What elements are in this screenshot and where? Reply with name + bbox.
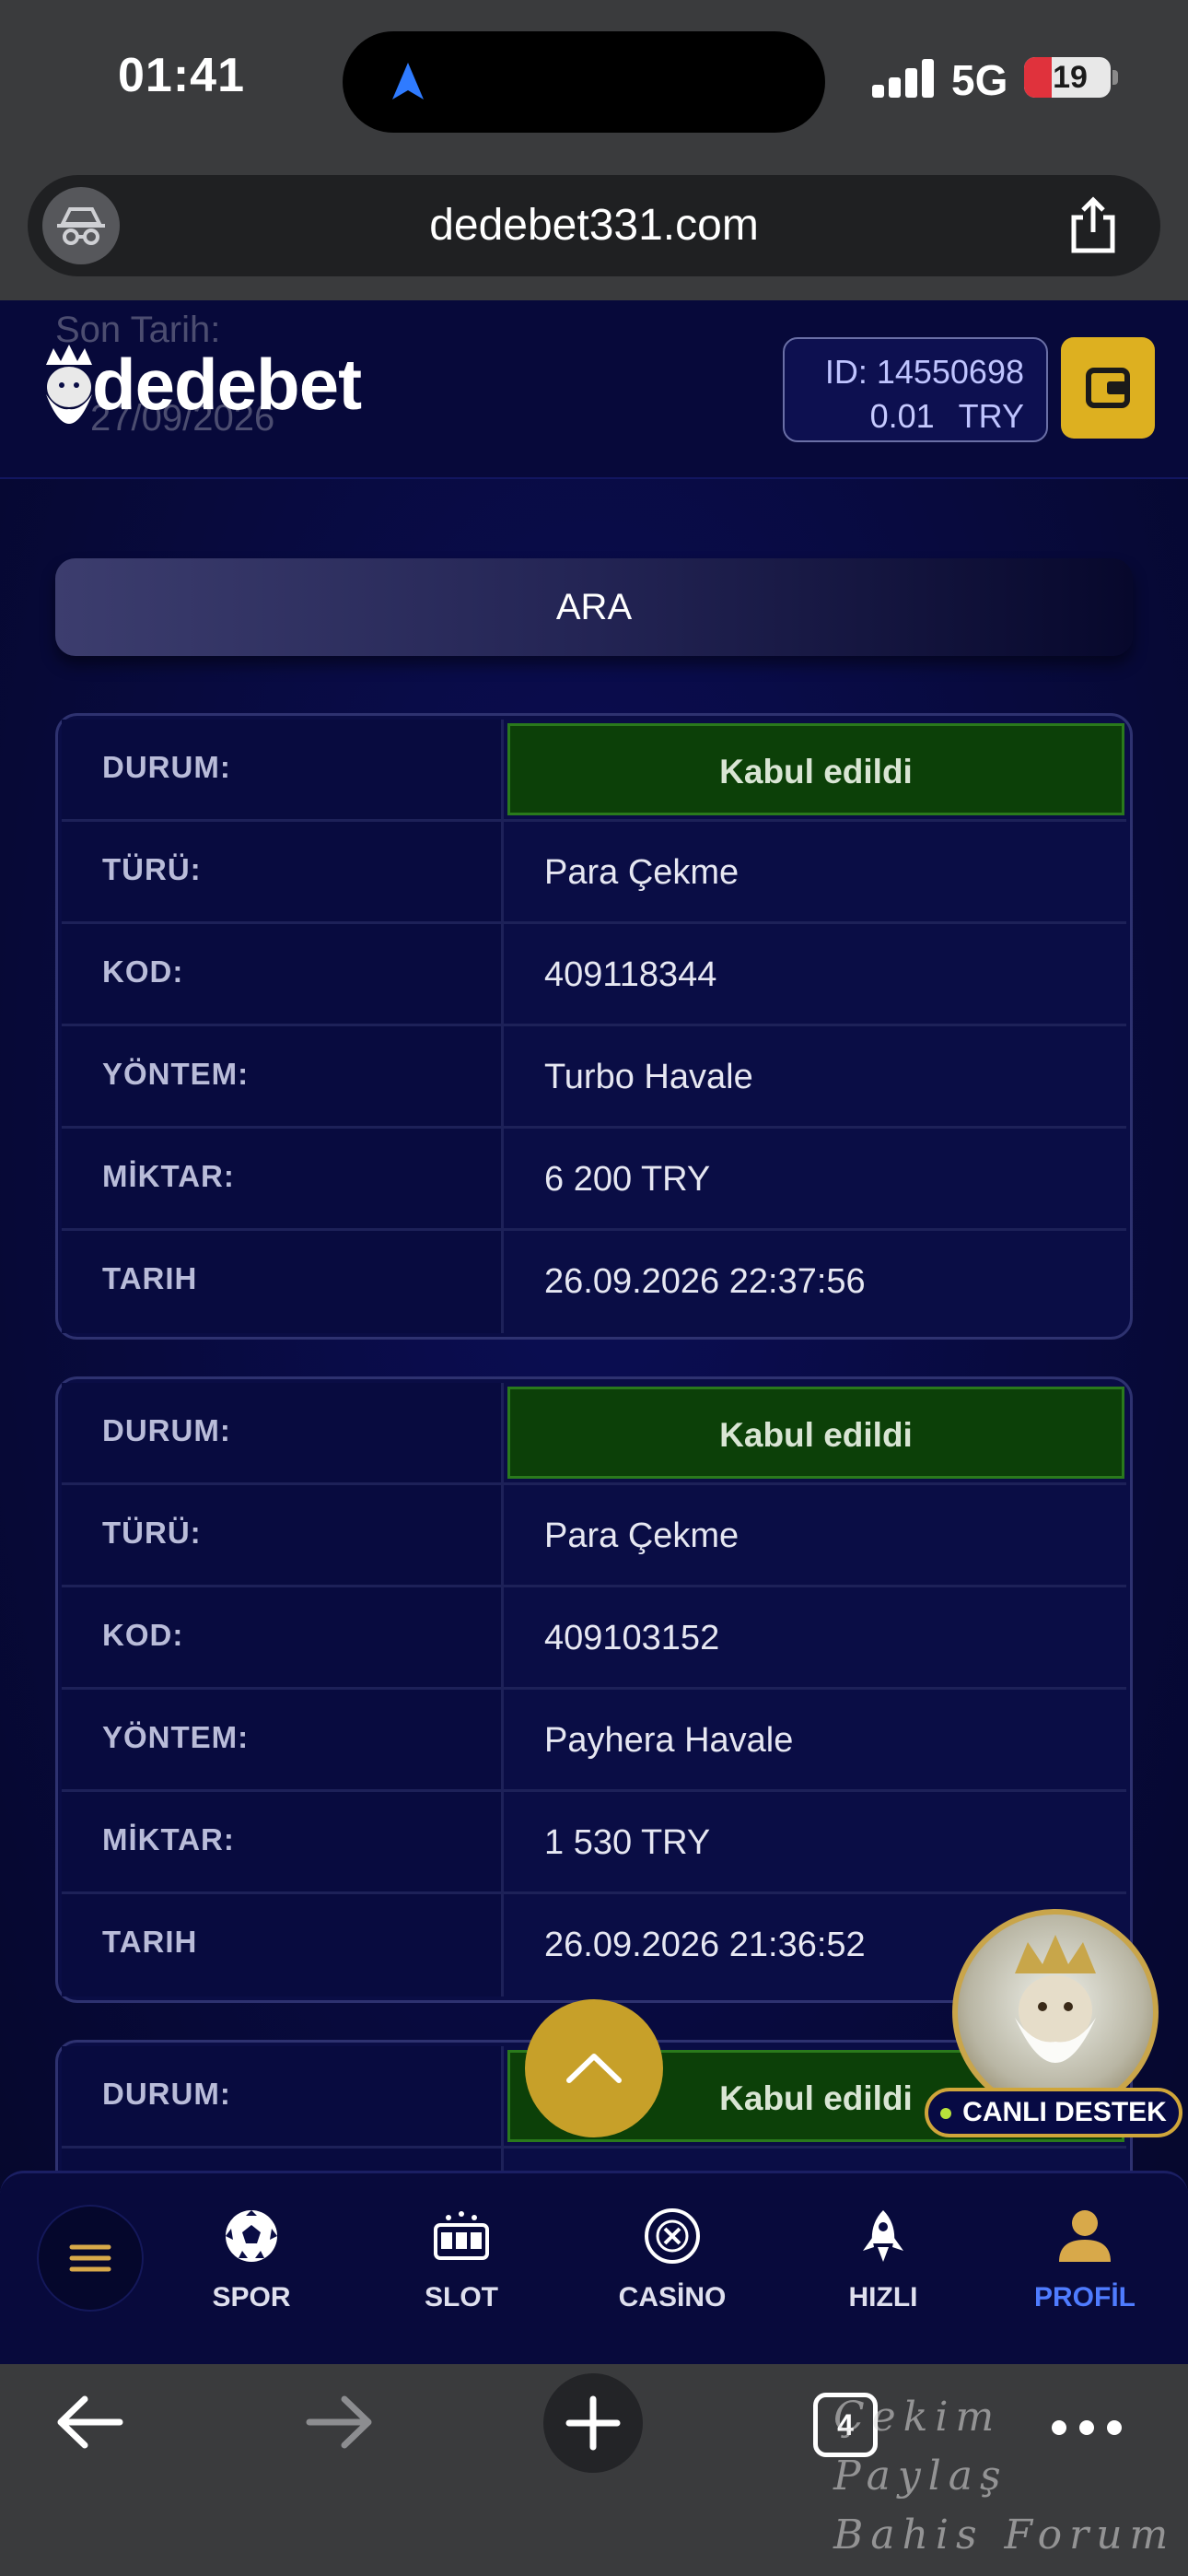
wallet-icon [1086, 368, 1130, 408]
back-arrow-icon[interactable] [52, 2392, 125, 2453]
menu-button[interactable] [37, 2205, 144, 2312]
table-row: DURUM: Kabul edildi [62, 1383, 1126, 1485]
network-type: 5G [951, 56, 1008, 104]
method-label: YÖNTEM: [62, 1690, 504, 1789]
status-badge: Kabul edildi [507, 723, 1124, 815]
navigation-arrow-icon [392, 63, 424, 100]
logo[interactable]: dedebet [92, 343, 362, 427]
date-value: 26.09.2026 22:37:56 [544, 1262, 866, 1301]
nav-label-spor: SPOR [212, 2282, 291, 2313]
code-label: KOD: [62, 1587, 504, 1687]
amount-value: 1 530 TRY [544, 1823, 711, 1862]
type-label: TÜRÜ: [62, 1485, 504, 1585]
code-value: 409118344 [544, 955, 717, 994]
bottom-navigation: SPOR SLOT CASİNO HIZLI PROFİL [0, 2171, 1188, 2364]
account-id: ID: 14550698 [824, 353, 1024, 391]
watermark-line2: Bahis Forum [833, 2512, 1176, 2558]
soccer-ball-icon [226, 2210, 277, 2262]
support-avatar [952, 1909, 1159, 2115]
new-tab-button[interactable] [543, 2373, 643, 2473]
table-row: TÜRÜ: Para Çekme [62, 822, 1126, 924]
status-label: DURUM: [62, 720, 504, 819]
nav-label-casino: CASİNO [618, 2282, 727, 2313]
user-icon [1059, 2210, 1111, 2262]
wallet-button[interactable] [1061, 337, 1155, 439]
date-label: TARIH [62, 1894, 504, 1996]
code-label: KOD: [62, 924, 504, 1024]
battery-tip [1112, 70, 1118, 85]
dynamic-island [343, 31, 825, 133]
status-badge: Kabul edildi [507, 1387, 1124, 1479]
table-row: MİKTAR: 6 200 TRY [62, 1129, 1126, 1231]
amount-value: 6 200 TRY [544, 1160, 711, 1199]
live-support-button[interactable]: CANLI DESTEK [925, 1909, 1182, 2156]
app-content: Son Tarih: 27/09/2026 dedebet ID: 145506… [0, 300, 1188, 2364]
code-value: 409103152 [544, 1619, 720, 1657]
forward-arrow-icon[interactable] [304, 2392, 378, 2453]
scroll-to-top-button[interactable] [525, 1999, 663, 2137]
table-row: KOD: 409103152 [62, 1587, 1126, 1690]
type-value: Para Çekme [544, 853, 740, 892]
url-text[interactable]: dedebet331.com [28, 175, 1160, 276]
nav-label-slot: SLOT [425, 2282, 498, 2313]
transaction-card: DURUM: Kabul edildi TÜRÜ: Para Çekme KOD… [55, 713, 1133, 1340]
amount-label: MİKTAR: [62, 1792, 504, 1891]
table-row: TÜRÜ: Para Çekme [62, 1485, 1126, 1587]
nav-item-slot[interactable]: SLOT [369, 2207, 553, 2313]
support-label: CANLI DESTEK [925, 2088, 1182, 2137]
support-label-text: CANLI DESTEK [962, 2097, 1167, 2127]
amount-label: MİKTAR: [62, 1129, 504, 1228]
nav-label-hizli: HIZLI [848, 2282, 918, 2313]
table-row: KOD: 409118344 [62, 924, 1126, 1026]
hamburger-icon [69, 2244, 111, 2272]
share-icon[interactable] [1063, 195, 1124, 256]
screen: 01:41 5G 19 dedebet331.com Son Tarih: 27… [0, 0, 1188, 2576]
slot-machine-icon [434, 2211, 489, 2260]
balance-currency: TRY [958, 397, 1024, 435]
nav-item-casino[interactable]: CASİNO [580, 2207, 764, 2313]
watermark-line1: Çekim Paylaş [833, 2394, 1008, 2500]
status-bar: 01:41 5G 19 [0, 0, 1188, 166]
table-row: DURUM: Kabul edildi [62, 720, 1126, 822]
method-value: Turbo Havale [544, 1058, 753, 1096]
date-label: TARIH [62, 1231, 504, 1333]
search-button[interactable]: ARA [55, 558, 1133, 656]
method-label: YÖNTEM: [62, 1026, 504, 1126]
king-mascot-icon [1015, 1935, 1096, 2063]
address-bar[interactable]: dedebet331.com [28, 175, 1160, 276]
nav-item-spor[interactable]: SPOR [159, 2207, 344, 2313]
nav-item-hizli[interactable]: HIZLI [791, 2207, 975, 2313]
battery-icon: 19 [1024, 57, 1111, 98]
signal-icon [872, 59, 935, 98]
casino-chip-icon [645, 2208, 700, 2264]
table-row: TARIH 26.09.2026 22:37:56 [62, 1231, 1126, 1333]
account-box[interactable]: ID: 14550698 0.01 TRY [783, 337, 1048, 442]
balance-amount: 0.01 [869, 397, 935, 435]
site-header: Son Tarih: 27/09/2026 dedebet ID: 145506… [0, 300, 1188, 479]
nav-item-profil[interactable]: PROFİL [993, 2207, 1177, 2313]
method-value: Payhera Havale [544, 1721, 794, 1760]
battery-level: 19 [1053, 60, 1088, 95]
plus-icon [565, 2395, 621, 2451]
rocket-icon [863, 2210, 903, 2262]
watermark: Çekim Paylaş Bahis Forum [833, 2388, 1188, 2565]
table-row: YÖNTEM: Turbo Havale [62, 1026, 1126, 1129]
table-row: YÖNTEM: Payhera Havale [62, 1690, 1126, 1792]
chevron-up-icon [566, 2054, 622, 2083]
nav-label-profil: PROFİL [1034, 2282, 1136, 2313]
type-value: Para Çekme [544, 1516, 740, 1555]
status-time: 01:41 [118, 49, 245, 102]
type-label: TÜRÜ: [62, 822, 504, 921]
table-row: MİKTAR: 1 530 TRY [62, 1792, 1126, 1894]
status-label: DURUM: [62, 2046, 504, 2146]
status-label: DURUM: [62, 1383, 504, 1482]
